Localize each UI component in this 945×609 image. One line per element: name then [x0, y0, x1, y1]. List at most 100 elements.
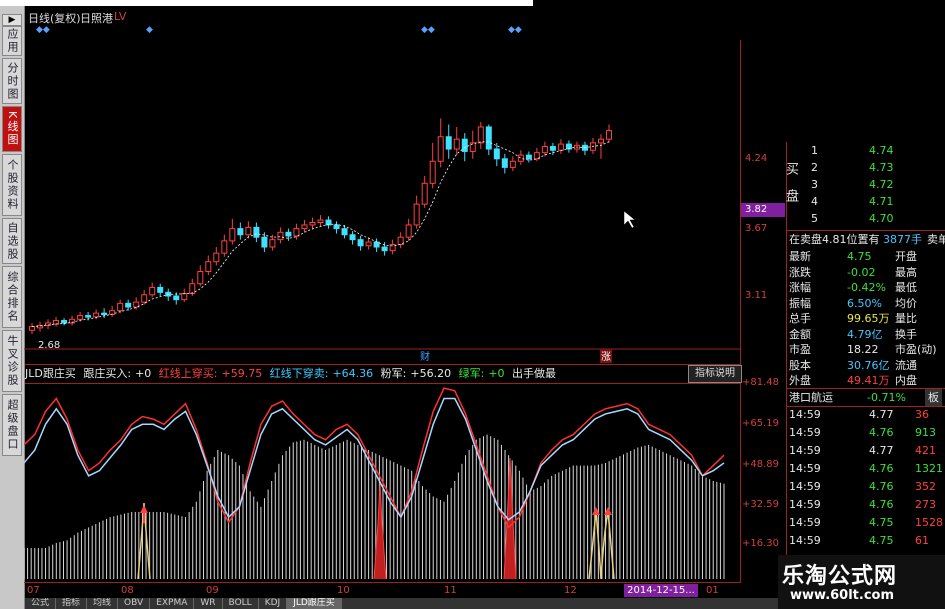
- indicator-name[interactable]: JLD跟庄买: [25, 367, 76, 380]
- quote-row: 涨幅 -0.42% 最低: [787, 279, 945, 296]
- tab-intraday[interactable]: 分时图: [2, 58, 22, 104]
- quote-row: 总手 99.65万 量比: [787, 310, 945, 327]
- indicator-chart[interactable]: [24, 383, 740, 581]
- quote-value: -0.02: [847, 265, 876, 279]
- tab-ranking[interactable]: 综合排名: [2, 266, 22, 328]
- buy-level-index: 1: [811, 144, 818, 157]
- quote-value: 49.41万: [847, 374, 890, 387]
- indicator-item-label: 跟庄买入:: [83, 367, 132, 380]
- candle: [109, 305, 116, 317]
- indicator-axis-line: [740, 383, 741, 583]
- candle: [357, 235, 364, 251]
- price-tick: 4.24: [745, 153, 768, 164]
- sector-button[interactable]: 板: [925, 389, 942, 406]
- quote-key: 外盘: [789, 374, 811, 387]
- bottom-tab[interactable]: KDJ: [259, 598, 288, 609]
- candle: [429, 142, 436, 189]
- candle: [69, 315, 76, 326]
- tab-stock-info[interactable]: 个股资料: [2, 154, 22, 216]
- quote-row: 涨跌 -0.02 最高: [787, 264, 945, 281]
- indicator-tick: +32.59: [742, 499, 780, 510]
- quote-row: 最新 4.75 开盘: [787, 248, 945, 265]
- candle: [453, 126, 460, 156]
- buy-level-price: 4.74: [869, 144, 894, 157]
- buy-level-row[interactable]: 5 4.70: [787, 210, 945, 227]
- candle: [349, 231, 356, 245]
- bottom-tab[interactable]: OBV: [118, 598, 151, 609]
- bottom-tab[interactable]: EXPMA: [150, 598, 195, 609]
- buy-level-row[interactable]: 3 4.72: [787, 176, 945, 193]
- trade-time: 14:59: [789, 408, 821, 421]
- candle: [301, 220, 308, 233]
- trade-price: 4.75: [869, 534, 894, 547]
- bottom-tab[interactable]: 均线: [87, 598, 119, 609]
- sector-row[interactable]: 港口航运 -0.71% 板: [787, 388, 945, 407]
- bottom-tab-active[interactable]: JLD跟庄买: [287, 598, 342, 609]
- trade-volume: 36: [915, 408, 929, 421]
- candle: [149, 282, 156, 298]
- financial-event-marker[interactable]: 财: [420, 350, 430, 363]
- candle: [381, 242, 388, 256]
- trade-volume: 913: [915, 426, 936, 439]
- quote-value: 30.76亿: [847, 358, 890, 372]
- tab-apps[interactable]: 应用: [2, 26, 22, 56]
- limit-up-event-marker[interactable]: 涨: [601, 351, 611, 363]
- trade-row: 14:59 4.75 1528: [787, 514, 945, 531]
- candle: [477, 122, 484, 149]
- buy-level-row[interactable]: 4 4.71: [787, 193, 945, 210]
- candle: [421, 175, 428, 208]
- buy-level-row[interactable]: 2 4.73: [787, 159, 945, 176]
- trade-price: 4.77: [869, 408, 894, 421]
- indicator-item-value: +56.20: [410, 367, 452, 380]
- trade-time: 14:59: [789, 516, 821, 529]
- indicator-item-label: 绿军:: [458, 367, 485, 380]
- quote-row: 金额 4.79亿 换手: [787, 326, 945, 343]
- candle: [261, 232, 268, 252]
- candle: [53, 316, 60, 327]
- quote-key: 涨幅: [789, 281, 811, 294]
- quote-key: 开盘: [895, 250, 917, 263]
- tab-super-order[interactable]: 超级盘口: [2, 394, 22, 456]
- buy-level-price: 4.70: [869, 212, 894, 225]
- candle: [325, 216, 332, 229]
- quote-value: 6.50%: [847, 296, 882, 310]
- indicator-help-button[interactable]: 指标说明: [688, 365, 742, 383]
- candle: [333, 221, 340, 234]
- candle: [437, 118, 444, 168]
- candle: [253, 222, 260, 243]
- candle: [29, 322, 35, 334]
- trade-time: 14:59: [789, 534, 821, 547]
- bottom-tab[interactable]: 指标: [56, 598, 88, 609]
- red-indicator-line: [24, 387, 725, 529]
- trade-volume: 273: [915, 498, 936, 511]
- quote-value: 4.75: [847, 250, 872, 263]
- indicator-info-bar: JLD跟庄买 跟庄买入: +0 红线上穿买: +59.75 红线下穿卖: +64.36…: [25, 364, 740, 384]
- tab-watchlist[interactable]: 自选股: [2, 218, 22, 264]
- bottom-tab[interactable]: WR: [194, 598, 223, 609]
- tab-diagnosis[interactable]: 牛叉诊股: [2, 330, 22, 392]
- bottom-tab[interactable]: BOLL: [223, 598, 259, 609]
- quote-key: 振幅: [789, 296, 811, 310]
- cursor-date-tag: 2014-12-15...: [624, 584, 698, 597]
- marker-diamond-icon: ◆◆: [36, 25, 50, 35]
- trade-volume: 1528: [915, 516, 943, 529]
- quote-key: 涨跌: [789, 265, 811, 279]
- order-alert-row: 在卖盘4.81位置有 3877手 卖单: [787, 230, 945, 248]
- price-chart[interactable]: 2.68 财 涨: [24, 40, 740, 364]
- candle: [597, 134, 604, 159]
- trade-price: 4.77: [869, 444, 894, 457]
- quote-key: 量比: [895, 312, 917, 325]
- bottom-tab[interactable]: 公式: [25, 598, 57, 609]
- candle: [501, 153, 508, 174]
- quote-key: 市盈: [789, 343, 811, 356]
- trade-row: 14:59 4.76 1321: [787, 460, 945, 477]
- tab-kline[interactable]: K线图: [2, 106, 22, 152]
- candle: [197, 265, 204, 287]
- date-tick: 01: [706, 585, 719, 596]
- price-tick: 3.11: [745, 290, 768, 301]
- candlestick-series: [29, 118, 612, 334]
- buy-level-row[interactable]: 1 4.74: [787, 142, 945, 159]
- collapse-arrow-icon[interactable]: ▶: [2, 14, 22, 26]
- quote-row: 振幅 6.50% 均价: [787, 295, 945, 312]
- sector-name: 港口航运: [789, 391, 833, 404]
